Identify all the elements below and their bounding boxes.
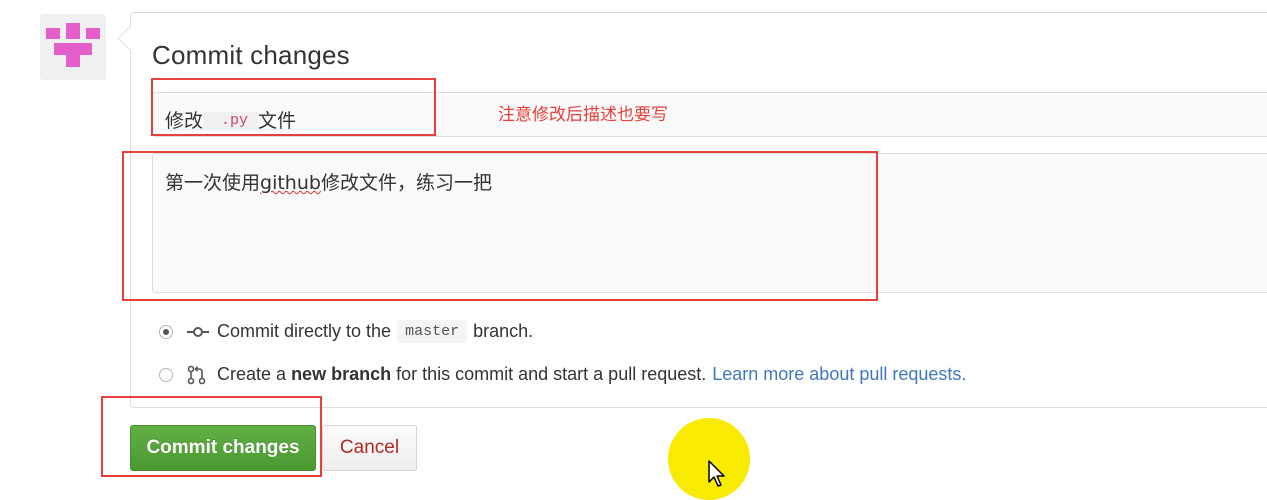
git-commit-icon bbox=[187, 326, 209, 337]
option-new-text-before: Create a bbox=[217, 364, 287, 384]
option-new-text-after: for this commit and start a pull request… bbox=[396, 364, 707, 384]
avatar[interactable] bbox=[40, 14, 106, 80]
option-commit-directly[interactable]: Commit directly to the master branch. bbox=[159, 320, 533, 343]
page-title: Commit changes bbox=[152, 40, 350, 70]
option-direct-text-after: branch. bbox=[473, 321, 534, 341]
learn-more-link[interactable]: Learn more about pull requests. bbox=[712, 364, 966, 385]
branch-name-code: master bbox=[397, 320, 468, 343]
annotation-note: 注意修改后描述也要写 bbox=[498, 105, 668, 125]
option-new-branch[interactable]: Create a new branch for this commit and … bbox=[159, 364, 966, 385]
cancel-button[interactable]: Cancel bbox=[322, 425, 417, 471]
mouse-pointer-icon bbox=[708, 460, 725, 487]
commit-changes-button[interactable]: Commit changes bbox=[130, 425, 316, 471]
option-new-bold: new branch bbox=[291, 364, 392, 384]
option-direct-text-before: Commit directly to the bbox=[217, 321, 392, 341]
annotation-box-summary bbox=[151, 78, 436, 136]
radio-new-branch[interactable] bbox=[159, 367, 173, 382]
annotation-box-description bbox=[122, 151, 878, 301]
radio-commit-directly[interactable] bbox=[159, 324, 173, 339]
pull-request-icon bbox=[187, 365, 206, 384]
